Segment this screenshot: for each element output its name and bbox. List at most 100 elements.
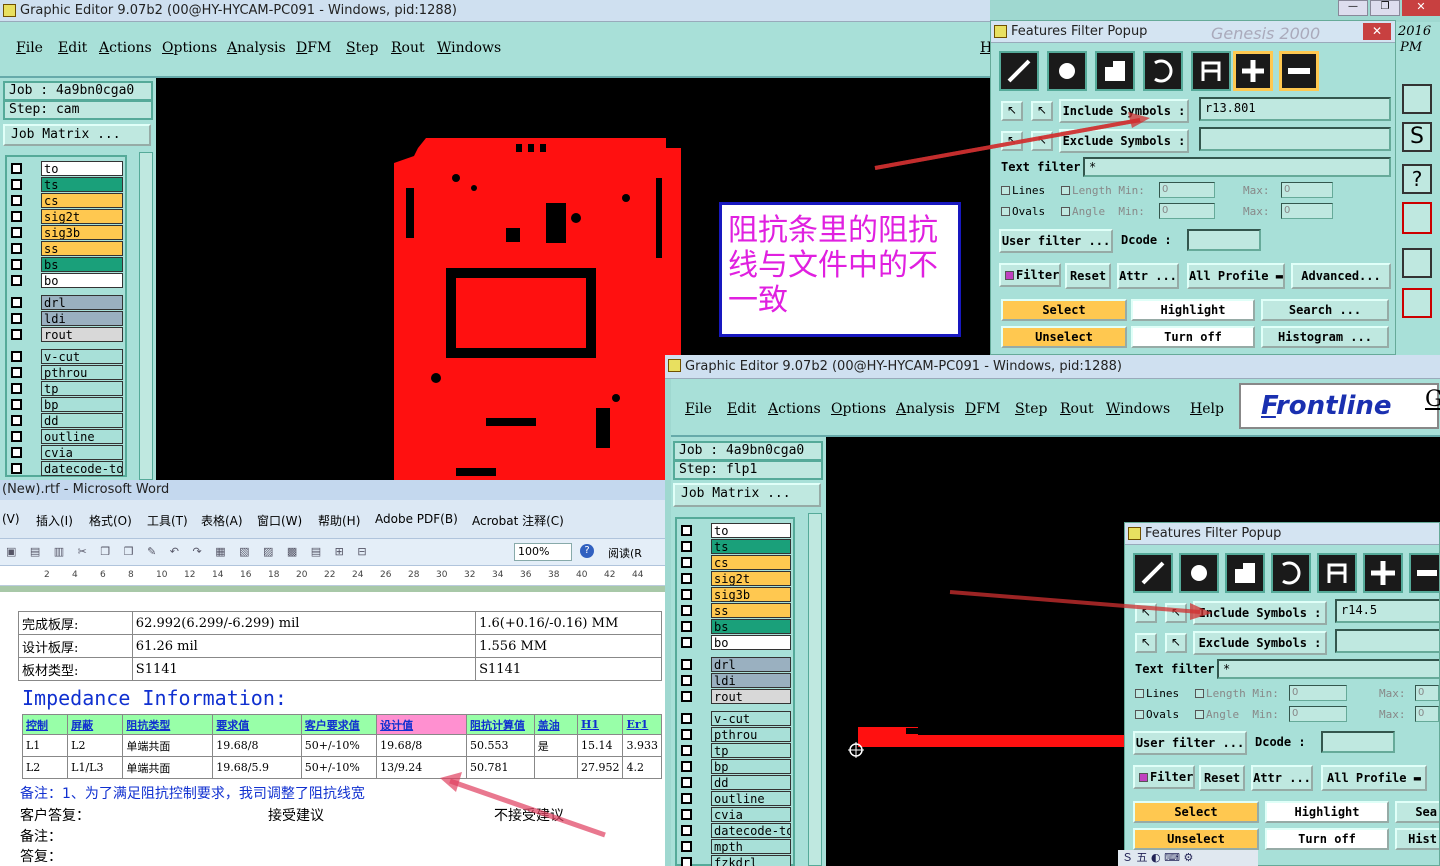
layer-row[interactable]: drl: [7, 295, 125, 310]
menu-dfm[interactable]: DFM: [296, 40, 331, 56]
select-button-2[interactable]: Select: [1133, 801, 1259, 823]
unselect-button-2[interactable]: Unselect: [1133, 828, 1259, 850]
job-matrix-button[interactable]: Job Matrix ...: [3, 124, 151, 146]
layer-checkbox[interactable]: [11, 259, 22, 270]
layer-row[interactable]: sig2t: [677, 571, 793, 586]
layer-row[interactable]: bo: [677, 635, 793, 650]
user-filter-button-2[interactable]: User filter ...: [1133, 731, 1247, 755]
lines-checkbox[interactable]: Lines: [1001, 184, 1045, 197]
inc2-arrow-icon-b[interactable]: ↖: [1165, 603, 1187, 623]
layer-checkbox[interactable]: [11, 383, 22, 394]
word-menu-insert[interactable]: 插入(I): [36, 512, 73, 529]
layer-row[interactable]: pthrou: [7, 365, 125, 380]
arc-tool-icon[interactable]: [1143, 51, 1183, 91]
negative-polarity-icon[interactable]: [1279, 51, 1319, 91]
positive-polarity-icon-2[interactable]: [1363, 553, 1403, 593]
ovals-checkbox-2[interactable]: Ovals: [1135, 708, 1179, 721]
surface-tool-icon-2[interactable]: [1225, 553, 1265, 593]
include-symbols-input[interactable]: r13.801: [1199, 97, 1391, 121]
angle-checkbox[interactable]: Angle Min:: [1061, 205, 1145, 218]
accept-option[interactable]: 接受建议: [268, 805, 324, 825]
layer-row[interactable]: sig3b: [7, 225, 125, 240]
layer-checkbox[interactable]: [11, 195, 22, 206]
text-filter-input-2[interactable]: *: [1217, 659, 1439, 679]
layer-row[interactable]: cs: [677, 555, 793, 570]
text-tool-icon[interactable]: [1191, 51, 1231, 91]
layer-row[interactable]: to: [7, 161, 125, 176]
layer-row[interactable]: bp: [7, 397, 125, 412]
layer-checkbox[interactable]: [681, 637, 692, 648]
filter-toggle-2[interactable]: Filter: [1133, 765, 1195, 789]
attr-button-2[interactable]: Attr ...: [1251, 765, 1313, 791]
exclude-symbols-button[interactable]: Exclude Symbols :: [1059, 129, 1189, 153]
job-matrix-button-2[interactable]: Job Matrix ...: [673, 483, 821, 507]
window2-titlebar[interactable]: Graphic Editor 9.07b2 (00@HY-HYCAM-PC091…: [665, 355, 1440, 379]
layer-row[interactable]: ldi: [7, 311, 125, 326]
measure-icon[interactable]: [1402, 202, 1432, 234]
layer-checkbox[interactable]: [681, 777, 692, 788]
menu2-edit[interactable]: Edit: [727, 401, 756, 417]
negative-polarity-icon-2[interactable]: [1409, 553, 1439, 593]
ovals-checkbox[interactable]: Ovals: [1001, 205, 1045, 218]
layer-row[interactable]: v-cut: [7, 349, 125, 364]
reject-option[interactable]: 不接受建议: [494, 805, 564, 825]
surface-tool-icon[interactable]: [1095, 51, 1135, 91]
help-round-icon[interactable]: ?: [580, 544, 594, 558]
word-menu-tools[interactable]: 工具(T): [147, 512, 188, 529]
layer-checkbox[interactable]: [681, 841, 692, 852]
histogram-button-2[interactable]: Hist: [1395, 828, 1439, 850]
search-button[interactable]: Search ...: [1261, 299, 1389, 321]
menu-step[interactable]: Step: [346, 40, 378, 56]
layer-checkbox[interactable]: [11, 163, 22, 174]
window-titlebar[interactable]: Graphic Editor 9.07b2 (00@HY-HYCAM-PC091…: [0, 0, 990, 22]
exclude-symbols-input[interactable]: [1199, 127, 1391, 151]
layer-checkbox[interactable]: [681, 573, 692, 584]
layer-row[interactable]: drl: [677, 657, 793, 672]
layer-checkbox[interactable]: [11, 227, 22, 238]
dcode-input[interactable]: [1187, 229, 1261, 251]
angle-max-input-2[interactable]: 0: [1415, 706, 1439, 722]
all-profile-dropdown[interactable]: All Profile ▬: [1187, 263, 1285, 289]
route-icon[interactable]: [1402, 288, 1432, 318]
layer-row[interactable]: bs: [7, 257, 125, 272]
close-window-icon[interactable]: ✕: [1402, 0, 1440, 16]
menu-windows[interactable]: Windows: [437, 40, 501, 56]
text-tool-icon-2[interactable]: [1317, 553, 1357, 593]
dcode-input-2[interactable]: [1321, 731, 1395, 753]
include-symbols-button-2[interactable]: Include Symbols :: [1193, 601, 1327, 625]
length-min-input[interactable]: 0: [1159, 182, 1215, 198]
pad-tool-icon-2[interactable]: [1179, 553, 1219, 593]
layer-checkbox[interactable]: [11, 313, 22, 324]
step-field[interactable]: Step: cam: [3, 100, 153, 120]
layer-row[interactable]: sig3b: [677, 587, 793, 602]
menu-rout[interactable]: Rout: [391, 40, 425, 56]
length-max-input-2[interactable]: 0: [1415, 685, 1439, 701]
layer-row[interactable]: dd: [677, 775, 793, 790]
layer-row[interactable]: datecode-to: [7, 461, 125, 476]
layer-checkbox[interactable]: [11, 275, 22, 286]
filter-toggle[interactable]: Filter: [999, 263, 1061, 287]
angle-min-input[interactable]: 0: [1159, 203, 1215, 219]
layer-row[interactable]: tp: [7, 381, 125, 396]
menu2-windows[interactable]: Windows: [1106, 401, 1170, 417]
layer-row[interactable]: sig2t: [7, 209, 125, 224]
layer-checkbox[interactable]: [11, 351, 22, 362]
exc2-arrow-icon-b[interactable]: ↖: [1165, 633, 1187, 653]
all-profile-dropdown-2[interactable]: All Profile ▬: [1321, 765, 1427, 791]
angle-checkbox-2[interactable]: Angle Min:: [1195, 708, 1279, 721]
menu2-file[interactable]: File: [685, 401, 712, 417]
layer-row[interactable]: pthrou: [677, 727, 793, 742]
layout-icon[interactable]: [1402, 84, 1432, 114]
positive-polarity-icon[interactable]: [1233, 51, 1273, 91]
layer-checkbox[interactable]: [681, 589, 692, 600]
include-symbols-button[interactable]: Include Symbols :: [1059, 99, 1189, 123]
layer-checkbox[interactable]: [681, 659, 692, 670]
layer-checkbox[interactable]: [11, 431, 22, 442]
layer-checkbox[interactable]: [11, 179, 22, 190]
reset-button[interactable]: Reset: [1065, 263, 1111, 289]
user-filter-button[interactable]: User filter ...: [999, 229, 1113, 253]
pad-tool-icon[interactable]: [1047, 51, 1087, 91]
layer-checkbox[interactable]: [11, 399, 22, 410]
attr-button[interactable]: Attr ...: [1117, 263, 1179, 289]
layer-row[interactable]: dd: [7, 413, 125, 428]
